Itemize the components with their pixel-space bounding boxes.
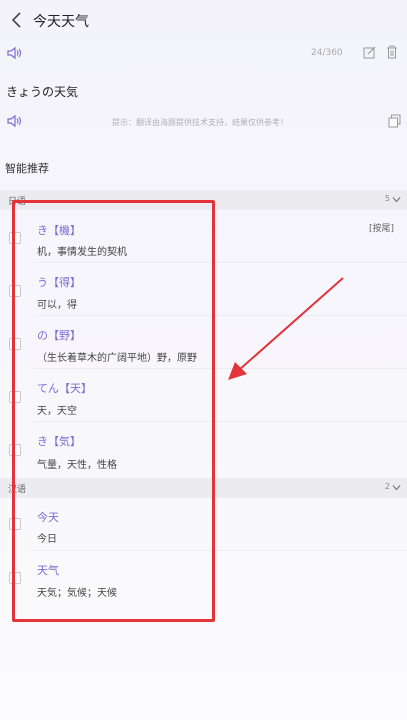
group-count: 5 — [384, 194, 390, 203]
group-count: 2 — [384, 482, 390, 491]
item-word: 天气 — [37, 564, 59, 577]
top-bar: 今天天气 — [0, 0, 407, 40]
back-arrow-icon[interactable] — [10, 11, 24, 29]
page-title: 今天天气 — [33, 14, 89, 30]
list-item[interactable]: の【野】 （生长着草木的广阔平地）野，原野 — [0, 316, 407, 369]
group-header-chinese[interactable]: 汉语 2 — [0, 478, 407, 498]
char-counter: 24/360 — [311, 48, 343, 58]
item-meaning: 可以，得 — [37, 300, 77, 311]
group-label: 汉语 — [8, 485, 27, 495]
list-item[interactable]: てん【天】 天，天空 — [0, 369, 407, 422]
chevron-down-icon[interactable] — [392, 196, 401, 203]
list-item[interactable]: う【得】 可以，得 — [0, 263, 407, 316]
item-word: てん【天】 — [37, 382, 92, 395]
item-checkbox[interactable] — [9, 518, 21, 530]
result-speaker-icon[interactable] — [6, 114, 22, 128]
item-meaning: 天，天空 — [37, 406, 77, 417]
copy-icon[interactable] — [388, 114, 401, 128]
list-item[interactable]: 今天 今日 — [0, 498, 407, 551]
list-item[interactable]: 天气 天気；気候；天候 — [0, 551, 407, 606]
item-meaning: 天気；気候；天候 — [37, 588, 117, 599]
item-word: の【野】 — [37, 329, 81, 342]
edit-icon[interactable] — [363, 46, 376, 59]
list-item[interactable]: き【気】 气量，天性，性格 — [0, 422, 407, 478]
translation-hint: 提示：翻译由海豚提供技术支持，结果仅供参考！ — [112, 118, 288, 127]
section-title-recommend: 智能推荐 — [5, 162, 49, 175]
item-word: 今天 — [37, 511, 59, 524]
item-meaning: （生长着草木的广阔平地）野，原野 — [37, 353, 197, 364]
source-speaker-icon[interactable] — [6, 46, 22, 60]
group-header-japanese[interactable]: 日语 5 — [0, 190, 407, 210]
item-meaning: 机，事情发生的契机 — [37, 247, 127, 258]
item-word: う【得】 — [37, 276, 81, 289]
item-checkbox[interactable] — [9, 338, 21, 350]
item-checkbox[interactable] — [9, 572, 21, 584]
item-meaning: 今日 — [37, 534, 57, 545]
list-item[interactable]: き【機】 机，事情发生的契机 — [0, 210, 407, 263]
item-checkbox[interactable] — [9, 285, 21, 297]
item-checkbox[interactable] — [9, 232, 21, 244]
item-checkbox[interactable] — [9, 391, 21, 403]
item-checkbox[interactable] — [9, 444, 21, 456]
trash-icon[interactable] — [386, 45, 398, 59]
item-word: き【機】 — [37, 224, 81, 237]
chevron-down-icon[interactable] — [392, 484, 401, 491]
group-label: 日语 — [8, 197, 27, 207]
item-word: き【気】 — [37, 435, 81, 448]
item-meaning: 气量，天性，性格 — [37, 460, 117, 471]
translation-result: きょうの天気 — [6, 85, 79, 99]
